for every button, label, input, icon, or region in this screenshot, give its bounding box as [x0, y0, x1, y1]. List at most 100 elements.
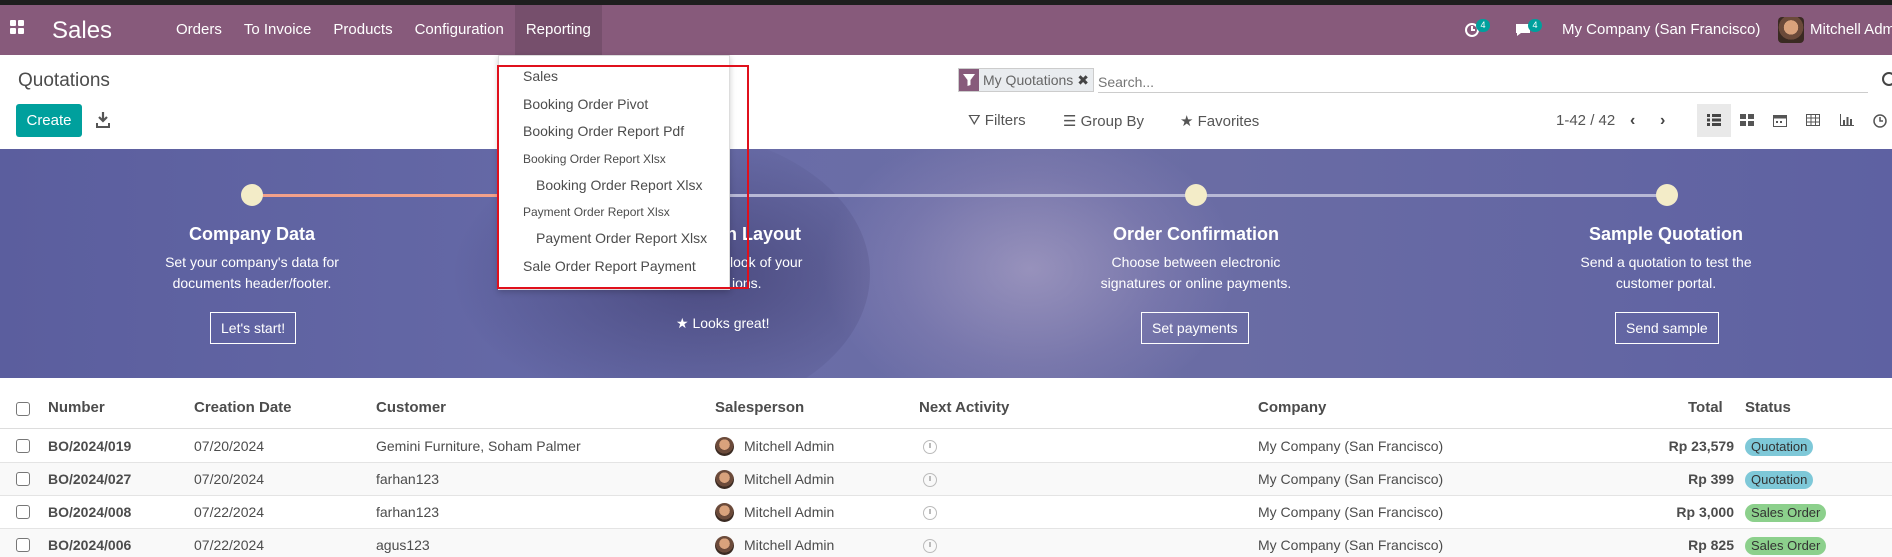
search-facet: My Quotations ✖ — [958, 68, 1094, 92]
menu-to-invoice[interactable]: To Invoice — [233, 5, 323, 55]
menu-reporting[interactable]: Reporting — [514, 5, 602, 55]
graph-view-button[interactable] — [1830, 104, 1864, 137]
status-badge: Sales Order — [1745, 504, 1827, 522]
table-row[interactable]: BO/2024/006 07/22/2024 agus123 Mitchell … — [0, 529, 1892, 557]
dropdown-item-booking-order-pivot[interactable]: Booking Order Pivot — [523, 96, 648, 112]
row-number: BO/2024/027 — [48, 471, 132, 487]
row-customer: Gemini Furniture, Soham Palmer — [376, 438, 581, 454]
list-view-button[interactable] — [1697, 104, 1731, 137]
step-desc-order-confirmation: Choose between electronic signatures or o… — [1100, 254, 1292, 291]
step-dot-company-data — [241, 184, 263, 206]
app-brand[interactable]: Sales — [52, 17, 112, 45]
user-menu[interactable]: Mitchell Adm — [1810, 5, 1892, 55]
column-creation-date[interactable]: Creation Date — [194, 399, 292, 416]
main-navbar: Sales Orders To Invoice Products Configu… — [0, 5, 1892, 55]
salesperson-avatar — [715, 536, 734, 555]
column-salesperson[interactable]: Salesperson — [715, 399, 804, 416]
table-row[interactable]: BO/2024/008 07/22/2024 farhan123 Mitchel… — [0, 496, 1892, 529]
dropdown-item-booking-order-report-pdf[interactable]: Booking Order Report Pdf — [523, 123, 684, 139]
menu-orders[interactable]: Orders — [165, 5, 233, 55]
table-row[interactable]: BO/2024/027 07/20/2024 farhan123 Mitchel… — [0, 463, 1892, 496]
row-company: My Company (San Francisco) — [1258, 537, 1444, 553]
dropdown-section-payment-order-report-xlsx: Payment Order Report Xlsx — [523, 205, 670, 219]
favorites-label: Favorites — [1197, 113, 1260, 130]
salesperson-avatar — [715, 503, 734, 522]
row-checkbox[interactable] — [16, 538, 30, 552]
group-by-label: Group By — [1080, 113, 1144, 130]
column-status[interactable]: Status — [1745, 399, 1791, 416]
row-salesperson: Mitchell Admin — [744, 504, 835, 520]
set-payments-button[interactable]: Set payments — [1141, 312, 1249, 344]
pivot-view-button[interactable] — [1796, 104, 1830, 137]
kanban-view-button[interactable] — [1730, 104, 1764, 137]
row-total: Rp 399 — [1688, 471, 1734, 487]
download-icon[interactable] — [95, 111, 111, 129]
status-badge: Quotation — [1745, 471, 1814, 489]
row-customer: farhan123 — [376, 504, 440, 520]
dropdown-item-sale-order-report-payment[interactable]: Sale Order Report Payment — [523, 258, 696, 274]
row-total: Rp 23,579 — [1668, 438, 1734, 454]
row-number: BO/2024/008 — [48, 504, 132, 520]
step-dot-sample-quotation — [1656, 184, 1678, 206]
app-grid-icon[interactable] — [10, 20, 28, 38]
facet-close-icon[interactable]: ✖ — [1077, 69, 1093, 91]
step-desc-sample-quotation: Send a quotation to test the customer por… — [1580, 254, 1752, 291]
row-creation-date: 07/22/2024 — [194, 504, 265, 520]
column-company[interactable]: Company — [1258, 399, 1326, 416]
column-customer[interactable]: Customer — [376, 399, 446, 416]
row-creation-date: 07/22/2024 — [194, 537, 265, 553]
row-checkbox[interactable] — [16, 472, 30, 486]
send-sample-button[interactable]: Send sample — [1615, 312, 1719, 344]
lets-start-button[interactable]: Let's start! — [210, 312, 297, 344]
favorites-button[interactable]: ★ Favorites — [1180, 112, 1259, 130]
pager-value[interactable]: 1-42 / 42 — [1556, 112, 1615, 129]
top-menu: Orders To Invoice Products Configuration… — [165, 5, 602, 55]
company-switcher[interactable]: My Company (San Francisco) — [1562, 5, 1760, 55]
activity-clock-icon[interactable] — [923, 440, 937, 454]
filters-label: Filters — [984, 112, 1026, 129]
row-checkbox[interactable] — [16, 439, 30, 453]
row-checkbox[interactable] — [16, 505, 30, 519]
table-row[interactable]: BO/2024/019 07/20/2024 Gemini Furniture,… — [0, 430, 1892, 463]
row-company: My Company (San Francisco) — [1258, 504, 1444, 520]
menu-products[interactable]: Products — [322, 5, 403, 55]
activity-clock-icon[interactable] — [923, 506, 937, 520]
status-badge: Quotation — [1745, 438, 1814, 456]
dropdown-item-booking-order-report-xlsx[interactable]: Booking Order Report Xlsx — [536, 177, 703, 193]
row-company: My Company (San Francisco) — [1258, 471, 1444, 487]
activity-clock-icon[interactable] — [923, 539, 937, 553]
row-total: Rp 825 — [1688, 537, 1734, 553]
select-all-checkbox[interactable] — [16, 402, 30, 416]
user-avatar[interactable] — [1778, 17, 1804, 43]
row-creation-date: 07/20/2024 — [194, 438, 265, 454]
salesperson-avatar — [715, 437, 734, 456]
star-icon: ★ — [1180, 113, 1194, 130]
row-total: Rp 3,000 — [1676, 504, 1734, 520]
calendar-view-button[interactable] — [1763, 104, 1797, 137]
column-next-activity[interactable]: Next Activity — [919, 399, 1009, 416]
looks-great-link[interactable]: ★ Looks great! — [676, 315, 770, 332]
pager-next-button[interactable]: › — [1660, 112, 1665, 130]
step-title-company-data: Company Data — [188, 224, 316, 244]
dropdown-item-payment-order-report-xlsx[interactable]: Payment Order Report Xlsx — [536, 230, 707, 246]
row-salesperson: Mitchell Admin — [744, 537, 835, 553]
row-customer: agus123 — [376, 537, 430, 553]
activity-clock-icon[interactable] — [923, 473, 937, 487]
status-badge: Sales Order — [1745, 537, 1827, 555]
star-icon: ★ — [676, 315, 689, 331]
messages-count-badge: 4 — [1528, 19, 1542, 32]
pager-previous-button[interactable]: ‹ — [1630, 112, 1635, 130]
search-icon[interactable] — [1882, 72, 1892, 86]
create-button[interactable]: Create — [16, 104, 82, 137]
dropdown-item-sales[interactable]: Sales — [523, 68, 558, 84]
column-number[interactable]: Number — [48, 399, 105, 416]
step-dot-order-confirmation — [1185, 184, 1207, 206]
search-input[interactable] — [1098, 71, 1868, 93]
menu-configuration[interactable]: Configuration — [404, 5, 515, 55]
group-by-button[interactable]: ☰ Group By — [1063, 112, 1144, 130]
column-total[interactable]: Total — [1688, 399, 1723, 416]
filters-button[interactable]: ⛛ Filters — [968, 112, 1026, 129]
activity-view-button[interactable] — [1863, 104, 1892, 137]
step-title-order-confirmation: Order Confirmation — [1112, 224, 1279, 244]
filter-icon: ⛛ — [968, 112, 981, 129]
